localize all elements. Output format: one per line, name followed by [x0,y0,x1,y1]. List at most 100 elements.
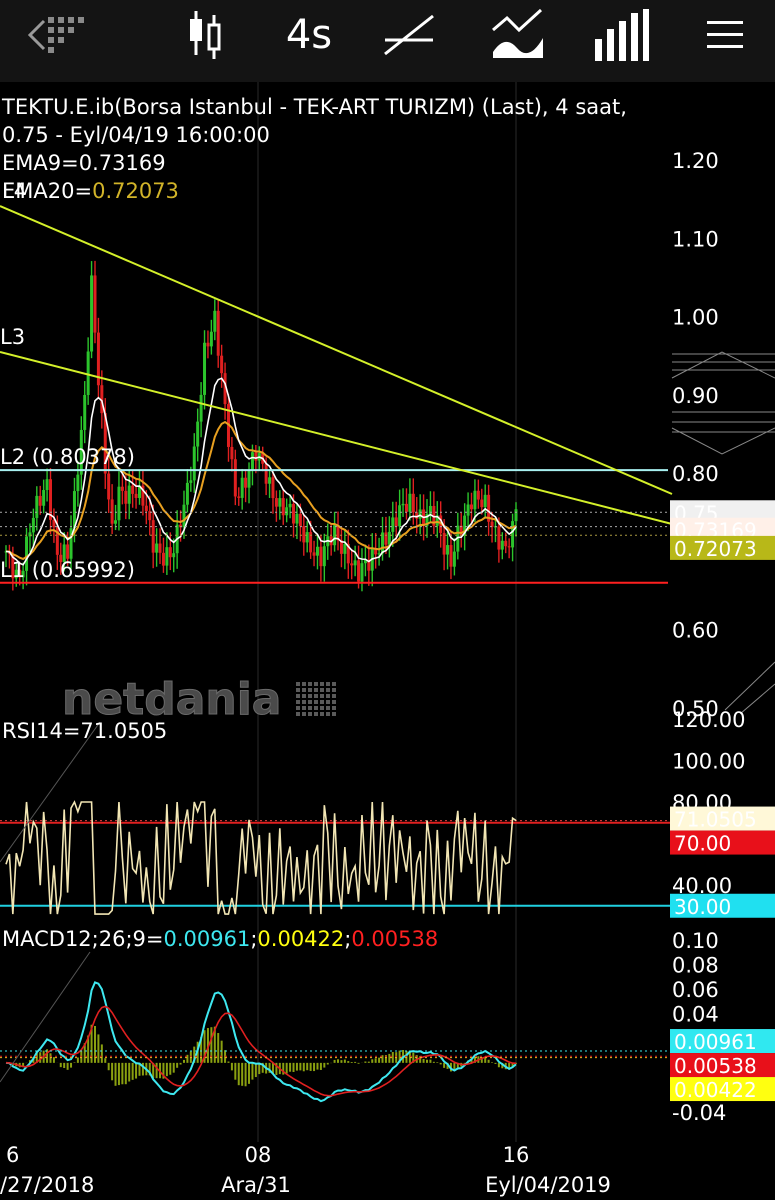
price-pane[interactable]: L2 (0.80378)L1 (0.65992)L3 L4 [0,179,673,592]
candle-body [117,486,121,521]
candle-body [42,490,46,506]
watermark-dot [308,712,312,716]
diagonal-guide [0,721,101,863]
timeframe-button[interactable]: 4s [264,0,354,70]
candle-body [418,509,422,519]
candle-body [131,485,135,494]
candle-body [305,532,309,543]
macd-tick-label: 0.06 [672,978,719,1002]
level-l1-label: L1 (0.65992) [0,558,135,582]
candle-body [185,482,189,505]
candle-body [66,544,70,559]
watermark-dot [314,694,318,698]
candle-body [93,275,97,333]
watermark-dot [296,700,300,704]
candle-body [497,526,501,550]
candle-body [155,543,159,553]
candle-body [384,532,388,545]
candle-body [76,474,80,492]
candle-body [86,351,90,395]
candle-body [247,470,251,488]
date-tick-label: Eyl/04/2019 [485,1173,611,1197]
grid-lines [257,82,517,1142]
level-l2-label: L2 (0.80378) [0,445,135,469]
price-tick-label: 1.10 [672,227,719,251]
watermark-dot [332,712,336,716]
watermark-dot [332,706,336,710]
candle-body [134,493,138,498]
price-tick-label: 0.80 [672,462,719,486]
hamburger-menu-icon [707,21,743,48]
rsi-30-tag: 30.00 [674,895,731,919]
watermark-dot [332,688,336,692]
ema20-readout: EMA20=0.72073 [2,179,179,203]
rsi-line [5,800,517,915]
rsi-readout: RSI14=71.0505 [2,719,167,743]
candle-body [391,517,395,532]
candle-body [192,446,196,481]
macd-hist-tag: 0.00422 [674,1078,757,1102]
rsi-70-tag: 70.00 [674,832,731,856]
macd-signal-tag: 0.00538 [674,1054,757,1078]
draw-tool-button[interactable] [372,0,446,70]
macd-tick-label: 0.10 [672,929,719,953]
ema20-value: 0.72073 [92,179,179,203]
macd-pane[interactable] [0,951,668,1103]
candle-body [110,499,114,524]
candle-body [281,498,285,516]
indicators-button[interactable] [484,0,554,70]
candle-body [189,480,193,483]
candle-body [408,493,412,512]
watermark-dot [320,694,324,698]
macd-value-tag: 0.00961 [674,1030,757,1054]
watermark-dot [302,688,306,692]
candle-body [233,459,237,497]
ema20-tag: 0.72073 [674,537,757,561]
candle-body [459,525,463,536]
x-tick-label: 16 [503,1143,530,1167]
candle-body [124,490,128,504]
ema9-value: 0.73169 [79,151,166,175]
candle-body [151,520,155,553]
candle-body [168,547,172,558]
watermark-text: netdania [62,674,281,725]
chart-canvas[interactable]: netdania L2 (0.80378)L1 (0.65992)L3 L4 1… [0,82,775,1200]
level-l3-label: L3 [0,325,25,349]
watermark-dot [308,700,312,704]
date-tick-label: /27/2018 [0,1173,94,1197]
watermark-dot [314,700,318,704]
timeframe-label: 4s [285,12,333,58]
candle-body [90,275,94,352]
watermark-dot [296,688,300,692]
last-quote-line: 0.75 - Eyl/04/19 16:00:00 [2,123,270,147]
ema20-label: EMA20= [2,179,92,203]
candle-body [394,517,398,527]
candle-body [473,490,477,510]
candle-body [514,509,518,522]
candle-body [38,495,42,506]
watermark-dot [320,682,324,686]
candle-body [466,504,470,516]
date-tick-label: Ara/31 [221,1173,291,1197]
rsi-pane[interactable] [0,721,775,915]
price-axis: 1.201.101.000.900.800.600.50120.00100.00… [671,149,775,1125]
menu-button[interactable] [690,0,760,70]
macd-sep-2: ; [344,927,351,951]
chart-type-button[interactable] [172,0,236,70]
watermark-dot [296,694,300,698]
studies-button[interactable] [584,0,658,70]
watermark-dots-icon [296,682,336,716]
candle-body [240,477,244,498]
candle-body [343,543,347,554]
candle-body [216,310,220,356]
candle-body [274,498,278,507]
candle-body [199,394,203,422]
candle-body [120,486,124,491]
candle-body [144,505,148,512]
candle-body [264,463,268,484]
macd-hist-value: 0.00538 [351,927,438,951]
macd-sep-1: ; [250,927,257,951]
candle-body [357,560,361,582]
candle-body [254,452,258,461]
ema9-label: EMA9= [2,151,79,175]
